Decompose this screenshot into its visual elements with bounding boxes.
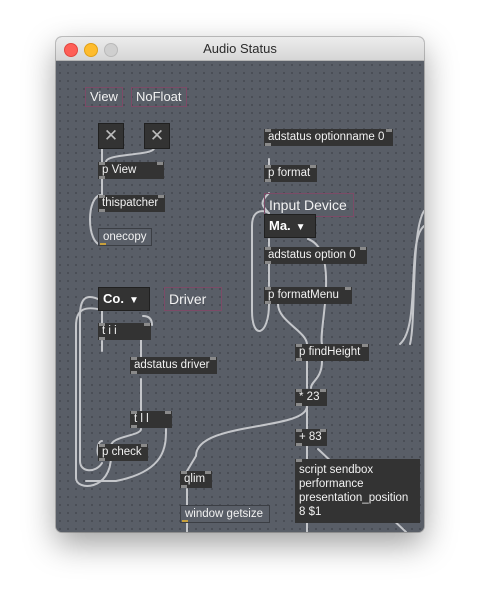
p-check-object[interactable]: p check — [98, 444, 148, 461]
cord-formatmenu-findheight — [277, 303, 308, 345]
title-bar[interactable]: Audio Status — [56, 37, 424, 61]
patcher-canvas[interactable]: View NoFloat ✕ ✕ p View thispatcher onec… — [56, 61, 424, 532]
p-formatmenu-object[interactable]: p formatMenu — [264, 287, 352, 304]
p-findheight-object[interactable]: p findHeight — [295, 344, 369, 361]
window-getsize-label: window getsize — [185, 508, 263, 520]
thispatcher-object[interactable]: thispatcher — [98, 195, 165, 212]
cord-mult-qlim — [186, 405, 308, 472]
script-line: 8 $1 — [299, 506, 322, 518]
ma-umenu-label: Ma. — [269, 218, 291, 233]
adstatus-driver-object[interactable]: adstatus driver — [130, 357, 217, 374]
ma-umenu[interactable]: Ma. ▼ — [264, 214, 316, 238]
toggle-x-icon: ✕ — [103, 126, 119, 145]
audio-status-window: Audio Status View NoFloat ✕ ✕ p View thi… — [56, 37, 424, 532]
co-umenu-label: Co. — [103, 291, 124, 306]
window-title: Audio Status — [203, 41, 277, 56]
dropdown-arrow-icon: ▼ — [295, 222, 306, 233]
script-line: performance — [299, 478, 364, 490]
cord-findheight-mult2 — [310, 360, 323, 389]
adstatus-option-object[interactable]: adstatus option 0 — [264, 247, 367, 264]
add-83-object[interactable]: + 83 — [295, 429, 327, 446]
driver-comment: Driver — [164, 287, 222, 311]
view-comment: View — [85, 87, 123, 107]
script-line: presentation_position — [299, 492, 409, 504]
window-getsize-message[interactable]: window getsize — [180, 505, 270, 523]
adstatus-optionname-object[interactable]: adstatus optionname 0 — [264, 129, 393, 146]
multiply-23-object[interactable]: * 23 — [295, 389, 327, 406]
qlim-object[interactable]: qlim — [180, 471, 212, 488]
nofloat-toggle[interactable]: ✕ — [144, 123, 170, 149]
script-sendbox-message[interactable]: script sendbox performance presentation_… — [295, 459, 420, 523]
view-toggle[interactable]: ✕ — [98, 123, 124, 149]
co-umenu[interactable]: Co. ▼ — [98, 287, 150, 311]
onecopy-message[interactable]: onecopy — [98, 228, 152, 246]
t-l-l-object[interactable]: t l l — [130, 411, 172, 428]
p-format-object[interactable]: p format — [264, 165, 317, 182]
nofloat-comment: NoFloat — [131, 87, 187, 107]
p-view-object[interactable]: p View — [98, 162, 164, 179]
cord-toggle2-pview — [105, 147, 155, 163]
cord-right-edge-loop1 — [409, 210, 424, 345]
dropdown-arrow-icon: ▼ — [128, 295, 139, 306]
t-i-i-object[interactable]: t i i — [98, 323, 151, 340]
toggle-x-icon: ✕ — [149, 126, 165, 145]
script-line: script sendbox — [299, 464, 374, 476]
